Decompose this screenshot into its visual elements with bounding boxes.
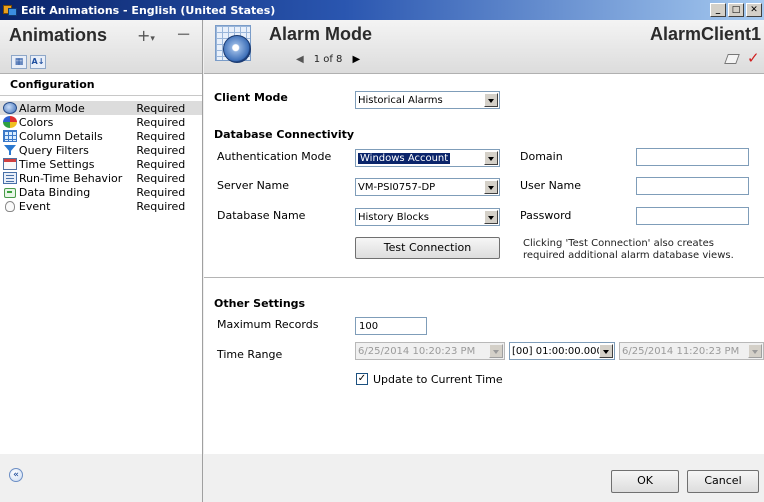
time-range-end-picker[interactable]: 6/25/2014 11:20:23 PM [619, 342, 764, 360]
animation-item-column-details[interactable]: Column Details Required [0, 129, 202, 143]
password-label: Password [520, 209, 572, 222]
next-arrow-icon[interactable]: ▶ [352, 54, 360, 65]
animation-item-query-filters[interactable]: Query Filters Required [0, 143, 202, 157]
maximum-records-label: Maximum Records [217, 318, 319, 331]
data-binding-icon [3, 186, 17, 198]
animation-item-status: Required [136, 185, 186, 199]
database-connectivity-heading: Database Connectivity [214, 128, 355, 141]
animation-item-name: Event [18, 199, 51, 213]
animation-item-name: Run-Time Behavior [18, 171, 123, 185]
time-range-label: Time Range [217, 348, 283, 361]
left-footer: « [0, 454, 203, 502]
animation-item-status: Required [136, 115, 186, 129]
time-range-start-picker[interactable]: 6/25/2014 10:20:23 PM [355, 342, 505, 360]
animation-item-status: Required [136, 199, 186, 213]
animation-item-alarm-mode[interactable]: Alarm Mode Required [0, 101, 202, 115]
animation-item-time-settings[interactable]: Time Settings Required [0, 157, 202, 171]
animation-item-name: Alarm Mode [18, 101, 85, 115]
update-to-current-time-checkbox[interactable]: ✓ [356, 373, 368, 385]
close-button[interactable]: ✕ [746, 3, 762, 17]
user-name-field[interactable] [636, 177, 749, 195]
animations-panel: Animations +▾ − ▦ A↓ Configuration Alarm… [0, 20, 203, 454]
animation-item-name: Colors [18, 115, 54, 129]
time-range-duration-select[interactable]: [00] 01:00:00.000 [509, 342, 615, 360]
section-divider [204, 277, 764, 278]
animation-item-event[interactable]: Event Required [0, 199, 202, 213]
chevron-down-icon [489, 344, 503, 358]
alarm-mode-editor: Alarm Mode ◀ 1 of 8 ▶ AlarmClient1 ✓ Cli… [204, 20, 764, 454]
time-settings-icon [3, 158, 17, 170]
validate-check-icon[interactable]: ✓ [747, 49, 760, 67]
authentication-mode-label: Authentication Mode [217, 150, 332, 163]
chevron-down-icon [484, 180, 498, 194]
ok-button[interactable]: OK [611, 470, 679, 493]
run-time-behavior-icon [3, 172, 17, 184]
update-to-current-time-label: Update to Current Time [373, 373, 503, 386]
animation-item-name: Column Details [18, 129, 103, 143]
editor-title: Alarm Mode [269, 24, 373, 44]
user-name-label: User Name [520, 179, 582, 192]
maximize-button[interactable]: □ [728, 3, 744, 17]
animation-item-name: Data Binding [18, 185, 91, 199]
column-details-icon [3, 130, 17, 142]
server-name-select[interactable]: VM-PSI0757-DP [355, 178, 500, 196]
animation-item-status: Required [136, 171, 186, 185]
chevron-down-icon [484, 151, 498, 165]
event-icon [3, 200, 17, 212]
editor-header: Alarm Mode ◀ 1 of 8 ▶ AlarmClient1 ✓ [204, 20, 764, 74]
previous-arrow-icon[interactable]: ◀ [296, 54, 304, 65]
database-name-select[interactable]: History Blocks [355, 208, 500, 226]
eraser-icon[interactable] [724, 54, 740, 64]
maximum-records-field[interactable]: 100 [355, 317, 427, 335]
domain-field[interactable] [636, 148, 749, 166]
animation-item-status: Required [136, 129, 186, 143]
password-field[interactable] [636, 207, 749, 225]
pager-text: 1 of 8 [313, 54, 343, 65]
categorized-view-icon[interactable]: ▦ [11, 55, 27, 69]
animation-item-status: Required [136, 143, 186, 157]
window-title: Edit Animations - English (United States… [21, 3, 276, 17]
alarm-mode-large-icon [215, 25, 255, 67]
remove-animation-button[interactable]: − [176, 24, 191, 45]
animation-list: Alarm Mode Required Colors Required Colu… [0, 101, 202, 213]
database-name-label: Database Name [217, 209, 306, 222]
chevron-down-icon [748, 344, 762, 358]
dialog-footer: OK Cancel [204, 454, 764, 502]
other-settings-heading: Other Settings [214, 297, 306, 310]
client-name: AlarmClient1 [649, 24, 761, 44]
cancel-button[interactable]: Cancel [687, 470, 759, 493]
title-bar: Edit Animations - English (United States… [0, 0, 764, 20]
add-animation-button[interactable]: +▾ [137, 26, 155, 45]
animation-item-data-binding[interactable]: Data Binding Required [0, 185, 202, 199]
animation-item-status: Required [136, 101, 186, 115]
animation-item-status: Required [136, 157, 186, 171]
colors-icon [3, 116, 17, 128]
animation-item-name: Query Filters [18, 143, 89, 157]
client-mode-label: Client Mode [214, 91, 288, 104]
animations-title: Animations [9, 25, 108, 45]
test-connection-note: Clicking 'Test Connection' also creates … [523, 238, 734, 261]
pager: ◀ 1 of 8 ▶ [296, 54, 360, 65]
client-mode-select[interactable]: Historical Alarms [355, 91, 500, 109]
animation-item-run-time-behavior[interactable]: Run-Time Behavior Required [0, 171, 202, 185]
animations-header: Animations +▾ − ▦ A↓ [0, 20, 202, 74]
chevron-down-icon [484, 210, 498, 224]
alarm-mode-icon [3, 102, 17, 114]
chevron-down-icon [599, 344, 613, 358]
chevron-down-icon [484, 93, 498, 107]
configuration-heading: Configuration [0, 74, 202, 96]
collapse-panel-icon[interactable]: « [9, 468, 23, 482]
animation-item-name: Time Settings [18, 157, 95, 171]
server-name-label: Server Name [217, 179, 290, 192]
app-icon [2, 3, 18, 17]
query-filter-icon [3, 144, 17, 156]
minimize-button[interactable]: _ [710, 3, 726, 17]
test-connection-button[interactable]: Test Connection [355, 237, 500, 259]
domain-label: Domain [520, 150, 563, 163]
authentication-mode-select[interactable]: Windows Account [355, 149, 500, 167]
alphabetical-sort-icon[interactable]: A↓ [30, 55, 46, 69]
animation-item-colors[interactable]: Colors Required [0, 115, 202, 129]
